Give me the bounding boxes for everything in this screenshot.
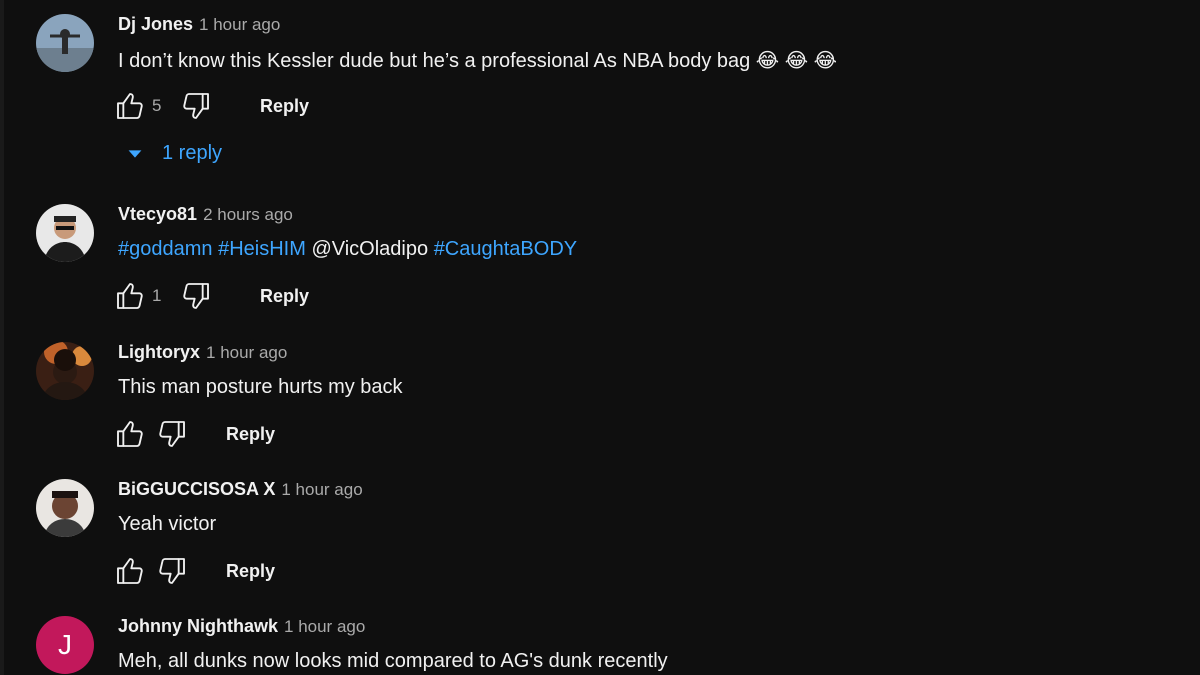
author-name[interactable]: BiGGUCCISOSA X: [118, 479, 275, 499]
thumbs-up-icon[interactable]: [114, 280, 146, 312]
comment-time[interactable]: 1 hour ago: [284, 617, 365, 636]
thumbs-up-icon[interactable]: [114, 418, 146, 450]
author-name[interactable]: Dj Jones: [118, 14, 193, 34]
comment-actions: 1 Reply: [114, 280, 309, 312]
comment-actions: Reply: [114, 418, 275, 450]
comment-actions: Reply: [114, 555, 275, 587]
comment-header: Lightoryx 1 hour ago: [118, 342, 287, 363]
comment-text: This man posture hurts my back: [118, 376, 403, 398]
avatar[interactable]: [36, 14, 94, 72]
hashtag-link[interactable]: #CaughtaBODY: [434, 238, 577, 260]
author-name[interactable]: Vtecyo81: [118, 204, 197, 224]
comment-time[interactable]: 1 hour ago: [199, 15, 280, 34]
avatar[interactable]: J: [36, 616, 94, 674]
thumbs-down-icon[interactable]: [180, 90, 212, 122]
reply-button[interactable]: Reply: [226, 561, 275, 582]
replies-label: 1 reply: [162, 142, 223, 164]
reply-button[interactable]: Reply: [260, 286, 309, 307]
comment-text: Meh, all dunks now looks mid compared to…: [118, 650, 668, 672]
thumbs-up-icon[interactable]: [114, 555, 146, 587]
comment-time[interactable]: 1 hour ago: [281, 480, 362, 499]
comment-header: Dj Jones 1 hour ago: [118, 14, 280, 35]
comment-time[interactable]: 1 hour ago: [206, 343, 287, 362]
thumbs-up-icon[interactable]: [114, 90, 146, 122]
reply-button[interactable]: Reply: [226, 424, 275, 445]
avatar[interactable]: [36, 342, 94, 400]
hashtag-link[interactable]: #goddamn: [118, 238, 213, 260]
view-replies-button[interactable]: 1 reply: [124, 142, 222, 165]
comment-time[interactable]: 2 hours ago: [203, 205, 293, 224]
thumbs-down-icon[interactable]: [156, 555, 188, 587]
author-name[interactable]: Johnny Nighthawk: [118, 616, 278, 636]
comment-text: I don’t know this Kessler dude but he’s …: [118, 50, 838, 72]
thumbs-down-icon[interactable]: [156, 418, 188, 450]
caret-down-icon: [128, 149, 142, 158]
comment-text: Yeah victor: [118, 513, 217, 535]
comment-header: Johnny Nighthawk 1 hour ago: [118, 616, 365, 637]
like-count: 5: [152, 96, 162, 115]
like-count: 1: [152, 286, 162, 305]
comment-header: Vtecyo81 2 hours ago: [118, 204, 293, 225]
avatar[interactable]: [36, 479, 94, 537]
hashtag-link[interactable]: #HeisHIM: [218, 238, 306, 260]
comment-header: BiGGUCCISOSA X 1 hour ago: [118, 479, 363, 500]
author-name[interactable]: Lightoryx: [118, 342, 200, 362]
comment-text: #goddamn #HeisHIM @VicOladipo #CaughtaBO…: [118, 238, 577, 261]
thumbs-down-icon[interactable]: [180, 280, 212, 312]
reply-button[interactable]: Reply: [260, 96, 309, 117]
avatar-letter: J: [58, 629, 72, 660]
avatar[interactable]: [36, 204, 94, 262]
mention-text: @VicOladipo: [311, 238, 429, 260]
comment-actions: 5 Reply: [114, 90, 309, 122]
left-edge-divider: [0, 0, 4, 675]
